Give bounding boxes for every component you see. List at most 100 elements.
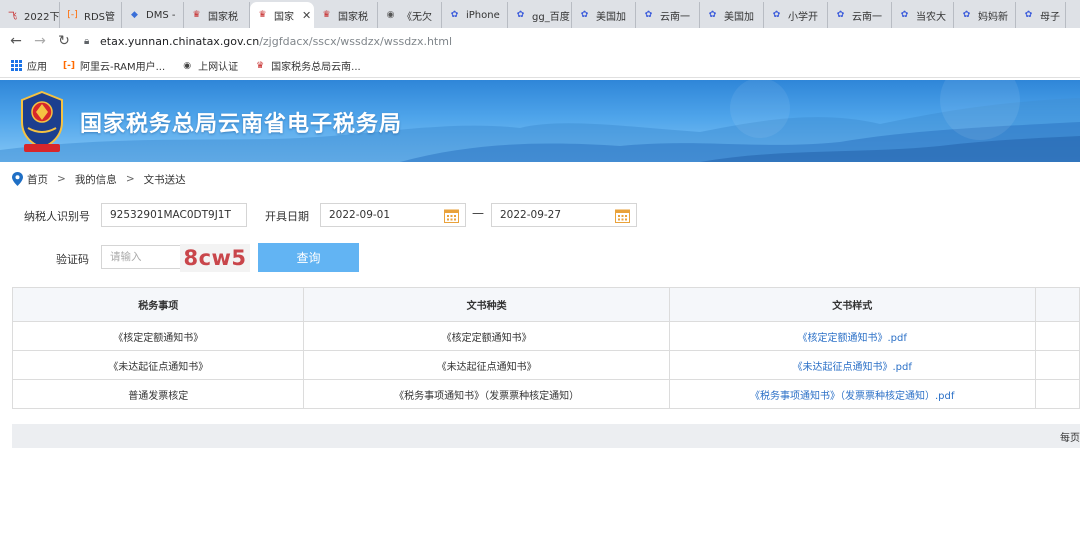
browser-tab[interactable]: ◉ 《无欠: [378, 2, 442, 28]
browser-tab[interactable]: ✿ 妈妈新: [954, 2, 1016, 28]
pagination-bar: 每页: [12, 424, 1080, 448]
tax-emblem-icon: ♛: [258, 10, 267, 20]
date-to-field[interactable]: 2022-09-27: [491, 203, 637, 227]
browser-tab-label: 母子: [1040, 11, 1060, 23]
browser-tab[interactable]: ✿ gg_百度: [508, 2, 572, 28]
site-banner: 国家税务总局云南省电子税务局: [0, 80, 1080, 162]
baidu-paw-icon: ✿: [450, 10, 459, 20]
dms-icon: ◆: [131, 10, 138, 20]
baidu-paw-icon: ✿: [836, 10, 845, 20]
bookmark-label: 应用: [27, 62, 47, 73]
browser-tab-label: DMS -: [146, 9, 176, 21]
bookmark-network-auth[interactable]: ◉ 上网认证: [181, 58, 238, 74]
apps-grid-icon: [10, 60, 22, 72]
browser-tab[interactable]: ✿ 美国加: [572, 2, 636, 28]
browser-tab[interactable]: ♛ 国家税: [184, 2, 250, 28]
baidu-paw-icon: ✿: [962, 10, 971, 20]
url-path: /zjgfdacx/sscx/wssdzx/wssdzx.html: [259, 34, 453, 48]
globe-icon: ◉: [183, 60, 192, 71]
baidu-paw-icon: ✿: [516, 10, 525, 20]
breadcrumb-separator: >: [57, 173, 66, 185]
site-title: 国家税务总局云南省电子税务局: [80, 112, 403, 137]
captcha-input[interactable]: [110, 251, 180, 263]
document-file-link[interactable]: 《税务事项通知书》（发票票种核定通知）.pdf: [668, 379, 1036, 409]
bookmarks-bar: 应用 [-] 阿里云-RAM用户... ◉ 上网认证 ♛ 国家税务总局云南...: [0, 54, 1080, 78]
browser-tab-label: 云南一: [660, 11, 690, 23]
browser-tab[interactable]: [-] RDS管: [60, 2, 122, 28]
back-arrow-icon[interactable]: ←: [4, 33, 28, 49]
tax-matter-cell: 《未达起征点通知书》: [11, 350, 305, 380]
taxpayer-id-value: 92532901MAC0DT9J1T: [110, 209, 231, 221]
browser-tab[interactable]: ♛ 国家 ✕: [250, 2, 314, 28]
url-host: etax.yunnan.chinatax.gov.cn: [100, 34, 260, 48]
browser-tab-strip: 飞 2022下 [-] RDS管 ◆ DMS - ♛ 国家税 ♛ 国家 ✕ ♛ 国家税 ◉ 《无欠 ✿ iPho…: [0, 0, 1080, 28]
tax-emblem-icon: ♛: [322, 10, 331, 20]
baidu-paw-icon: ✿: [900, 10, 909, 20]
aliyun-icon: [-]: [63, 60, 75, 71]
browser-tab-label: 2022下: [24, 11, 60, 23]
browser-tab[interactable]: ◆ DMS -: [122, 2, 184, 28]
lock-icon[interactable]: 🔒︎: [84, 36, 100, 47]
bookmark-apps[interactable]: 应用: [10, 58, 47, 73]
bookmark-tax-yunnan[interactable]: ♛ 国家税务总局云南...: [254, 58, 361, 74]
browser-tab-label: 国家税: [338, 11, 368, 23]
browser-tab[interactable]: ✿ 美国加: [700, 2, 764, 28]
browser-tab[interactable]: ✿ 云南一: [828, 2, 892, 28]
baidu-paw-icon: ✿: [644, 10, 653, 20]
breadcrumb: 首页 > 我的信息 > 文书送达: [12, 170, 186, 188]
browser-tab[interactable]: ✿ 小学开: [764, 2, 828, 28]
date-from-field[interactable]: 2022-09-01: [320, 203, 466, 227]
browser-tab-label: 云南一: [852, 11, 882, 23]
extra-cell: [1034, 350, 1080, 380]
bookmark-label: 国家税务总局云南...: [271, 62, 361, 73]
tax-matter-cell: 《核定定额通知书》: [11, 321, 305, 351]
date-to-value: 2022-09-27: [500, 209, 562, 221]
document-file-link[interactable]: 《核定定额通知书》.pdf: [668, 321, 1036, 351]
table-row: 《核定定额通知书》 《核定定额通知书》 《核定定额通知书》.pdf: [11, 321, 1080, 351]
table-row: 普通发票核定 《税务事项通知书》（发票票种核定通知） 《税务事项通知书》（发票票…: [11, 379, 1080, 409]
column-header-document-file: 文书样式: [668, 287, 1036, 322]
address-bar[interactable]: 🔒︎ etax.yunnan.chinatax.gov.cn/zjgfdacx/…: [84, 30, 1064, 52]
browser-tab-label: RDS管: [84, 11, 115, 23]
tax-matter-cell: 普通发票核定: [11, 379, 305, 409]
per-page-label: 每页: [1060, 432, 1080, 444]
baidu-paw-icon: ✿: [708, 10, 717, 20]
document-type-cell: 《税务事项通知书》（发票票种核定通知）: [303, 379, 670, 409]
calendar-icon[interactable]: [444, 208, 459, 223]
document-type-cell: 《未达起征点通知书》: [303, 350, 670, 380]
browser-tab-label: 当农大: [916, 11, 946, 23]
calendar-icon[interactable]: [615, 208, 630, 223]
browser-tab[interactable]: ✿ 当农大: [892, 2, 954, 28]
browser-tab-label: 妈妈新: [978, 11, 1008, 23]
globe-icon: ◉: [386, 10, 395, 20]
browser-tab-label: gg_百度: [532, 11, 570, 23]
red-app-icon: 飞: [7, 11, 17, 22]
captcha-image[interactable]: 8cw5: [180, 244, 250, 272]
issue-date-label: 开具日期: [265, 210, 309, 223]
breadcrumb-my-info-link[interactable]: 我的信息: [75, 172, 117, 187]
forward-arrow-icon[interactable]: →: [28, 33, 52, 49]
baidu-paw-icon: ✿: [772, 10, 781, 20]
browser-tab[interactable]: ✿ iPhone: [442, 2, 508, 28]
browser-tab[interactable]: ✿ 母子: [1016, 2, 1066, 28]
browser-tab-label: 美国加: [724, 11, 754, 23]
breadcrumb-current: 文书送达: [143, 173, 186, 186]
reload-icon[interactable]: ↻: [52, 33, 76, 49]
browser-toolbar: ← → ↻ 🔒︎ etax.yunnan.chinatax.gov.cn/zjg…: [0, 28, 1080, 54]
close-tab-icon[interactable]: ✕: [302, 9, 311, 22]
tax-emblem-icon: [21, 90, 63, 152]
browser-tab[interactable]: ♛ 国家税: [314, 2, 378, 28]
query-button[interactable]: 查询: [258, 243, 359, 272]
document-file-link[interactable]: 《未达起征点通知书》.pdf: [668, 350, 1036, 380]
breadcrumb-home-link[interactable]: 首页: [27, 172, 48, 187]
tax-emblem-icon: ♛: [192, 10, 201, 20]
captcha-input-field[interactable]: [101, 245, 181, 269]
breadcrumb-separator: >: [125, 173, 135, 185]
taxpayer-id-field[interactable]: 92532901MAC0DT9J1T: [101, 203, 247, 227]
column-header-extra: [1034, 287, 1080, 322]
column-header-document-type: 文书种类: [303, 287, 670, 322]
bookmark-aliyun-ram[interactable]: [-] 阿里云-RAM用户...: [63, 58, 165, 74]
browser-tab[interactable]: 飞 2022下: [0, 2, 60, 28]
browser-tab[interactable]: ✿ 云南一: [636, 2, 700, 28]
baidu-paw-icon: ✿: [580, 10, 589, 20]
